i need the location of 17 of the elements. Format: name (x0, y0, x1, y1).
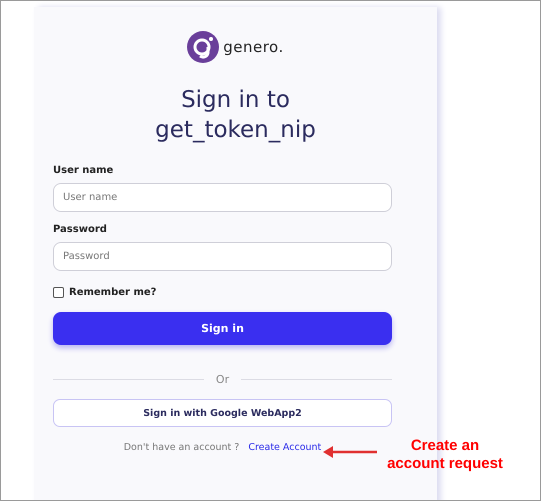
logo-text: genero. (223, 38, 284, 56)
field-label: Password (53, 224, 108, 235)
remember-checkbox[interactable] (53, 287, 64, 298)
annotation-text: Create an account request (386, 437, 504, 473)
page-title: Sign in to (180, 86, 291, 115)
divider-text: Or (216, 373, 230, 386)
input-field[interactable]: Password (53, 242, 392, 271)
page-title: get_token_nip (154, 116, 317, 145)
google-sign-in-button[interactable]: Sign in with Google WebApp2 (53, 399, 392, 427)
logo-icon (187, 31, 220, 63)
checkbox-label: Remember me? (69, 287, 156, 298)
arrow-icon (323, 446, 377, 458)
footer-text: Don't have an account ? (124, 442, 240, 453)
input-field[interactable]: User name (53, 183, 392, 212)
field-label: User name (53, 165, 114, 176)
create-account-link[interactable]: Create Account (248, 442, 322, 453)
sign-in-button[interactable]: Sign in (53, 312, 392, 345)
